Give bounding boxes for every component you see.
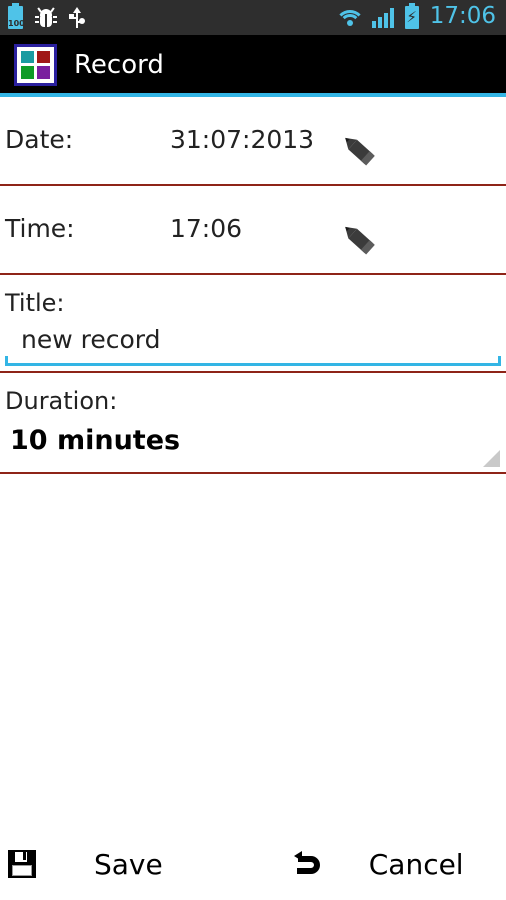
app-grid-icon[interactable] xyxy=(14,43,57,86)
wifi-icon xyxy=(334,8,365,28)
spinner-caret-icon xyxy=(483,450,500,467)
usb-icon xyxy=(69,6,85,29)
row-divider xyxy=(0,472,506,474)
page-title: Record xyxy=(74,49,164,80)
title-input[interactable]: new record xyxy=(5,325,501,366)
time-row: Time: 17:06 xyxy=(0,186,506,273)
time-label: Time: xyxy=(5,214,75,243)
pencil-icon[interactable] xyxy=(336,131,382,171)
battery-100-icon xyxy=(8,3,23,29)
battery-charging-icon: ⚡ xyxy=(404,3,419,29)
cancel-button[interactable]: Cancel xyxy=(291,848,464,881)
undo-arrow-icon xyxy=(291,849,327,879)
duration-block: Duration: 10 minutes xyxy=(0,373,506,472)
duration-value: 10 minutes xyxy=(10,425,181,456)
cancel-button-label: Cancel xyxy=(368,847,464,881)
record-form: Date: 31:07:2013 Time: 17:06 Title: new … xyxy=(0,97,506,474)
android-debug-bug-icon xyxy=(35,6,57,28)
floppy-disk-icon xyxy=(8,850,36,878)
save-button[interactable]: Save xyxy=(8,848,163,881)
status-bar-right-icons: ⚡ 17:06 xyxy=(328,3,496,30)
pencil-icon[interactable] xyxy=(336,220,382,260)
duration-spinner[interactable]: 10 minutes xyxy=(0,425,506,472)
time-value: 17:06 xyxy=(170,214,243,243)
title-block: Title: new record xyxy=(0,275,506,366)
action-bar: Record xyxy=(0,36,506,93)
status-bar-clock: 17:06 xyxy=(429,3,496,29)
duration-label: Duration: xyxy=(5,387,118,415)
button-bar: Save Cancel xyxy=(0,828,506,900)
cellular-signal-icon xyxy=(371,7,396,28)
status-bar: ⚡ 17:06 xyxy=(0,0,506,36)
save-button-label: Save xyxy=(94,847,163,881)
status-bar-left-icons xyxy=(8,3,97,29)
date-row: Date: 31:07:2013 xyxy=(0,97,506,184)
date-value: 31:07:2013 xyxy=(170,125,315,154)
date-label: Date: xyxy=(5,125,74,154)
title-label: Title: xyxy=(5,289,65,317)
